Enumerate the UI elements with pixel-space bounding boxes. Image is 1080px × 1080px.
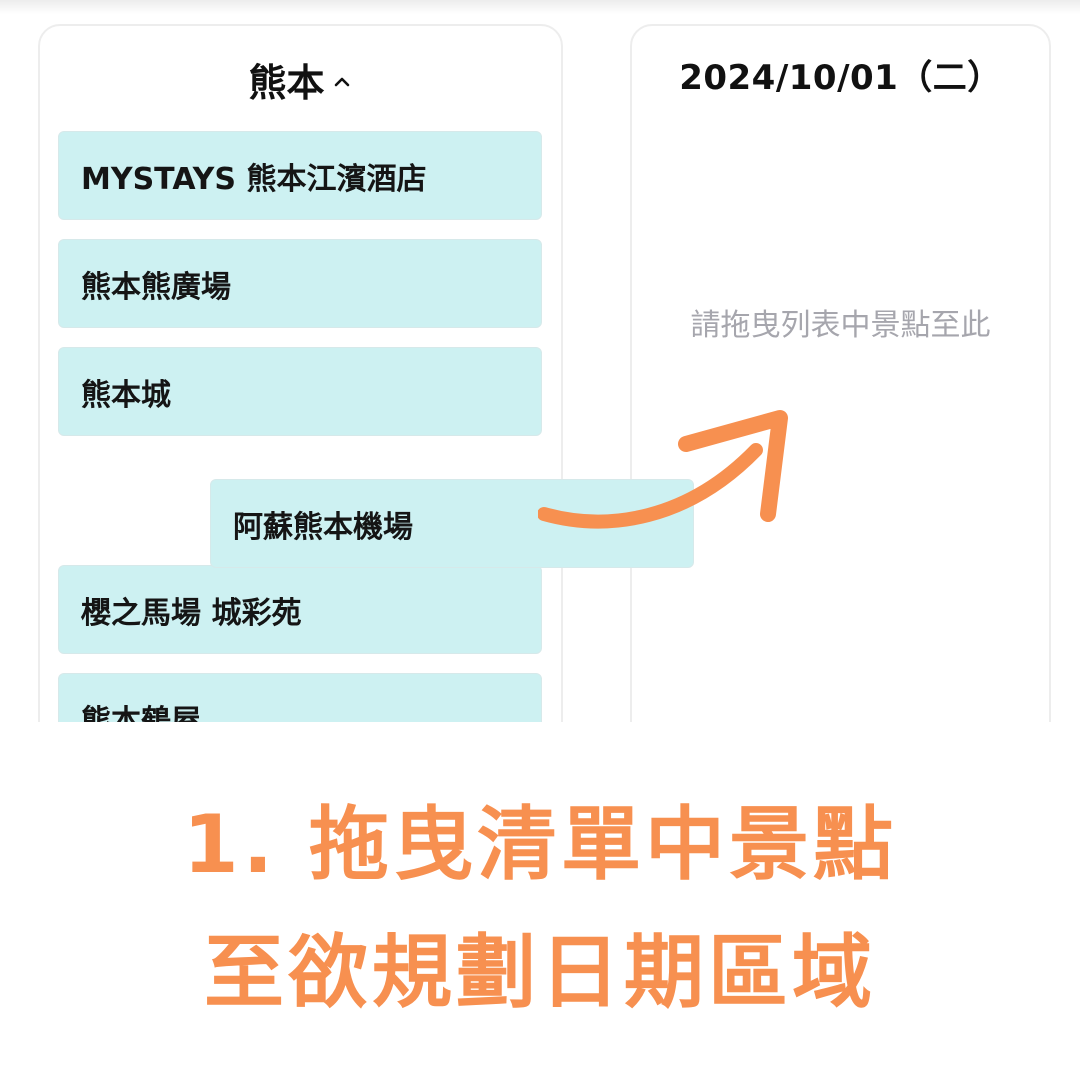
list-item-label: 櫻之馬場 城彩苑 — [81, 595, 302, 631]
list-item-label: 熊本熊廣場 — [81, 269, 231, 305]
date-header: 2024/10/01（二） — [679, 58, 1002, 98]
list-item[interactable]: 熊本熊廣場 — [58, 239, 542, 328]
list-item-label: 阿蘇熊本機場 — [233, 509, 413, 545]
list-title: 熊本 — [248, 61, 325, 105]
list-item[interactable]: 櫻之馬場 城彩苑 — [58, 565, 542, 654]
list-item-label: 熊本鶴屋 — [81, 703, 201, 723]
list-item[interactable]: 熊本城 — [58, 347, 542, 436]
caption-line-2: 至欲規劃日期區域 — [204, 926, 876, 1019]
curved-arrow-icon — [538, 410, 788, 529]
caption-line-1: 1. 拖曳清單中景點 — [183, 798, 897, 891]
list-item[interactable]: 熊本鶴屋 — [58, 673, 542, 722]
list-header[interactable]: 熊本 — [38, 52, 563, 107]
chevron-up-icon[interactable] — [331, 71, 353, 93]
date-drop-zone[interactable] — [630, 24, 1051, 722]
drop-hint-text: 請拖曳列表中景點至此 — [690, 308, 991, 343]
list-item-label: 熊本城 — [81, 377, 171, 413]
stage: 熊本 MYSTAYS 熊本江濱酒店 熊本熊廣場 熊本城 阿蘇熊本機場 櫻之馬場 … — [0, 0, 1080, 1080]
list-item-label: MYSTAYS 熊本江濱酒店 — [81, 161, 427, 197]
list-item[interactable]: MYSTAYS 熊本江濱酒店 — [58, 131, 542, 220]
screenshot-region: 熊本 MYSTAYS 熊本江濱酒店 熊本熊廣場 熊本城 阿蘇熊本機場 櫻之馬場 … — [0, 0, 1080, 722]
